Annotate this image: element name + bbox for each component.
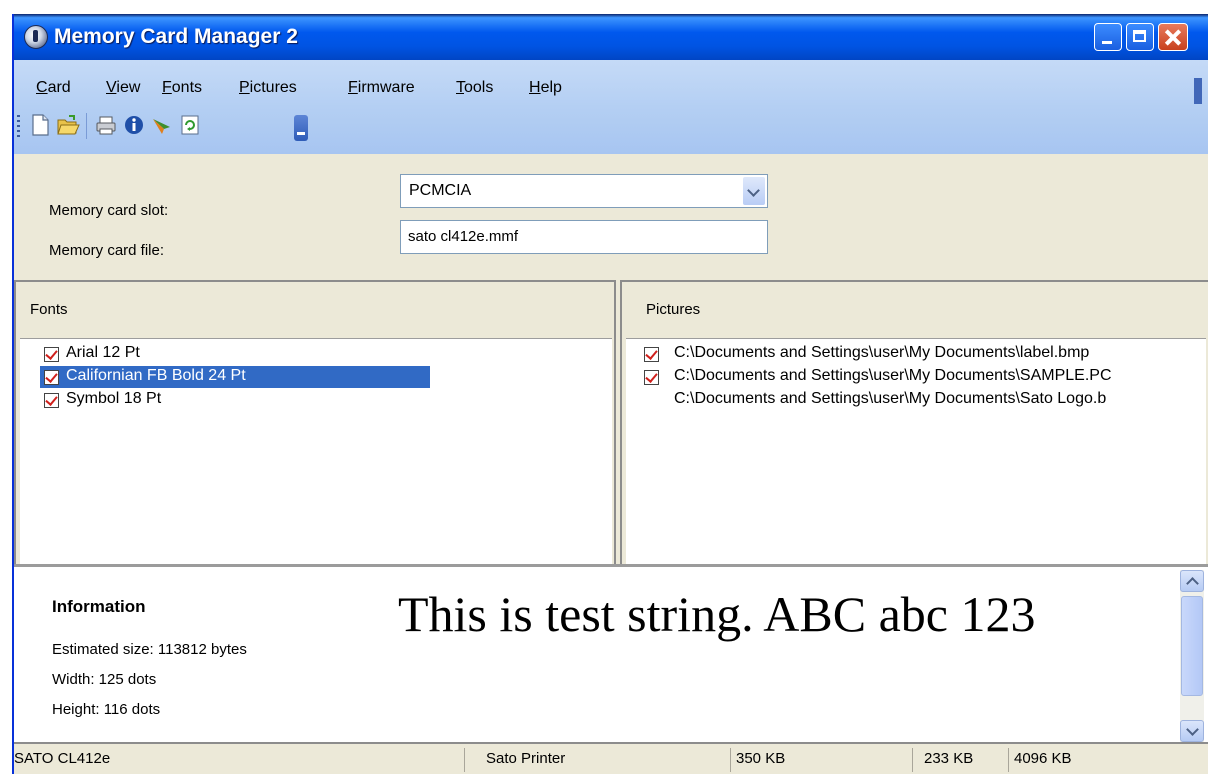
estimated-size: Estimated size: 113812 bytes	[52, 641, 247, 658]
menu-view[interactable]: View	[106, 79, 140, 97]
refresh-icon[interactable]	[178, 113, 202, 137]
toolbar-overflow-chevron-icon[interactable]	[294, 115, 308, 141]
slot-selected-value: PCMCIA	[409, 182, 472, 199]
slot-label: Memory card slot:	[49, 202, 169, 219]
scroll-up-icon[interactable]	[1180, 570, 1204, 592]
minimize-button[interactable]	[1094, 23, 1122, 51]
close-button[interactable]	[1158, 23, 1188, 51]
menu-bar: Card View Fonts Pictures Firmware Tools …	[14, 60, 1208, 154]
menu-pictures[interactable]: Pictures	[239, 79, 297, 97]
status-divider	[464, 748, 465, 772]
status-total: 4096 KB	[1014, 750, 1072, 767]
toolbar-separator	[86, 113, 87, 139]
info-icon[interactable]	[122, 113, 146, 137]
font-item-label: Californian FB Bold 24 Pt	[66, 367, 246, 384]
picture-item-label: C:\Documents and Settings\user\My Docume…	[674, 344, 1090, 361]
information-panel: Information Estimated size: 113812 bytes…	[14, 564, 1208, 744]
new-document-icon[interactable]	[28, 113, 52, 137]
vertical-scrollbar[interactable]	[1180, 570, 1204, 742]
menu-firmware[interactable]: Firmware	[348, 79, 415, 97]
memory-card-file-field[interactable]: sato cl412e.mmf	[400, 220, 768, 254]
info-heading: Information	[52, 597, 146, 616]
status-divider	[730, 748, 731, 772]
status-printer-model: SATO CL412e	[14, 750, 111, 767]
checkbox-checked-icon[interactable]	[44, 347, 59, 362]
list-item[interactable]: C:\Documents and Settings\user\My Docume…	[626, 366, 1208, 388]
checkbox-checked-icon[interactable]	[44, 393, 59, 408]
list-item[interactable]: Arial 12 Pt	[20, 343, 420, 365]
status-bar: SATO CL412e Sato Printer 350 KB 233 KB 4…	[14, 744, 1208, 774]
menu-card[interactable]: Card	[36, 79, 71, 97]
pictures-pane: Pictures C:\Documents and Settings\user\…	[620, 280, 1208, 568]
picture-item-label: C:\Documents and Settings\user\My Docume…	[674, 367, 1112, 384]
menu-tools[interactable]: Tools	[456, 79, 493, 97]
chevron-down-icon[interactable]	[743, 177, 765, 205]
toolbar-grip-icon[interactable]	[17, 115, 20, 137]
font-item-label: Symbol 18 Pt	[66, 390, 162, 407]
print-icon[interactable]	[94, 113, 118, 137]
font-preview-text: This is test string. ABC abc 123	[398, 586, 1036, 642]
title-bar[interactable]: Memory Card Manager 2	[14, 14, 1208, 60]
list-item[interactable]: C:\Documents and Settings\user\My Docume…	[626, 389, 1208, 411]
file-label: Memory card file:	[49, 242, 165, 259]
file-field-value: sato cl412e.mmf	[408, 228, 519, 245]
list-item-selected[interactable]: Californian FB Bold 24 Pt	[39, 365, 431, 389]
status-divider	[1008, 748, 1009, 772]
checkbox-checked-icon[interactable]	[644, 347, 659, 362]
open-folder-icon[interactable]	[56, 113, 80, 137]
status-printer-name: Sato Printer	[486, 750, 566, 767]
scroll-thumb[interactable]	[1181, 596, 1203, 696]
status-used: 350 KB	[736, 750, 786, 767]
app-icon[interactable]	[24, 25, 48, 49]
memory-card-slot-select[interactable]: PCMCIA	[400, 174, 768, 208]
toolbar	[14, 105, 314, 143]
send-icon[interactable]	[150, 113, 174, 137]
fonts-list[interactable]: Arial 12 Pt Californian FB Bold 24 Pt Sy…	[20, 338, 612, 564]
list-item[interactable]: C:\Documents and Settings\user\My Docume…	[626, 343, 1208, 365]
height-value: Height: 116 dots	[52, 701, 161, 718]
card-settings-form: Memory card slot: PCMCIA Memory card fil…	[14, 154, 1208, 280]
width-value: Width: 125 dots	[52, 671, 157, 688]
app-window: Memory Card Manager 2 Card View Fonts Pi…	[12, 14, 1208, 774]
scroll-down-icon[interactable]	[1180, 720, 1204, 742]
fonts-pane: Fonts Arial 12 Pt Californian FB Bold 24…	[14, 280, 616, 568]
font-item-label: Arial 12 Pt	[66, 344, 140, 361]
picture-item-label: C:\Documents and Settings\user\My Docume…	[674, 390, 1107, 407]
status-free: 233 KB	[924, 750, 974, 767]
list-item[interactable]: Symbol 18 Pt	[20, 389, 420, 411]
pictures-list[interactable]: C:\Documents and Settings\user\My Docume…	[626, 338, 1206, 564]
menu-fonts[interactable]: Fonts	[162, 79, 202, 97]
menu-help[interactable]: Help	[529, 79, 562, 97]
window-title: Memory Card Manager 2	[54, 25, 298, 48]
checkbox-checked-icon[interactable]	[44, 370, 59, 385]
menu-overflow-chevron-icon[interactable]	[1194, 78, 1202, 104]
fonts-pane-title: Fonts	[30, 301, 68, 318]
pictures-pane-title: Pictures	[646, 301, 701, 318]
status-divider	[912, 748, 913, 772]
checkbox-checked-icon[interactable]	[644, 370, 659, 385]
maximize-button[interactable]	[1126, 23, 1154, 51]
